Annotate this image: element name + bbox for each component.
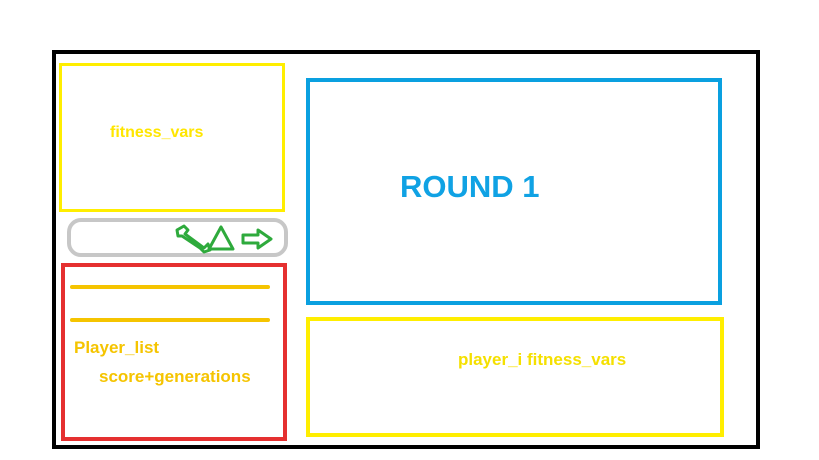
list-divider — [70, 318, 270, 322]
player-fitness-label: player_i fitness_vars — [458, 350, 627, 369]
player-list-subtitle: score+generations — [99, 367, 251, 386]
fitness-vars-label: fitness_vars — [110, 124, 204, 141]
list-divider — [70, 285, 270, 289]
player-fitness-panel — [306, 317, 724, 437]
arrow-right-icon[interactable] — [240, 227, 274, 251]
triangle-icon[interactable] — [206, 224, 236, 252]
player-list-title: Player_list — [74, 338, 160, 357]
round-label: ROUND 1 — [400, 169, 540, 204]
